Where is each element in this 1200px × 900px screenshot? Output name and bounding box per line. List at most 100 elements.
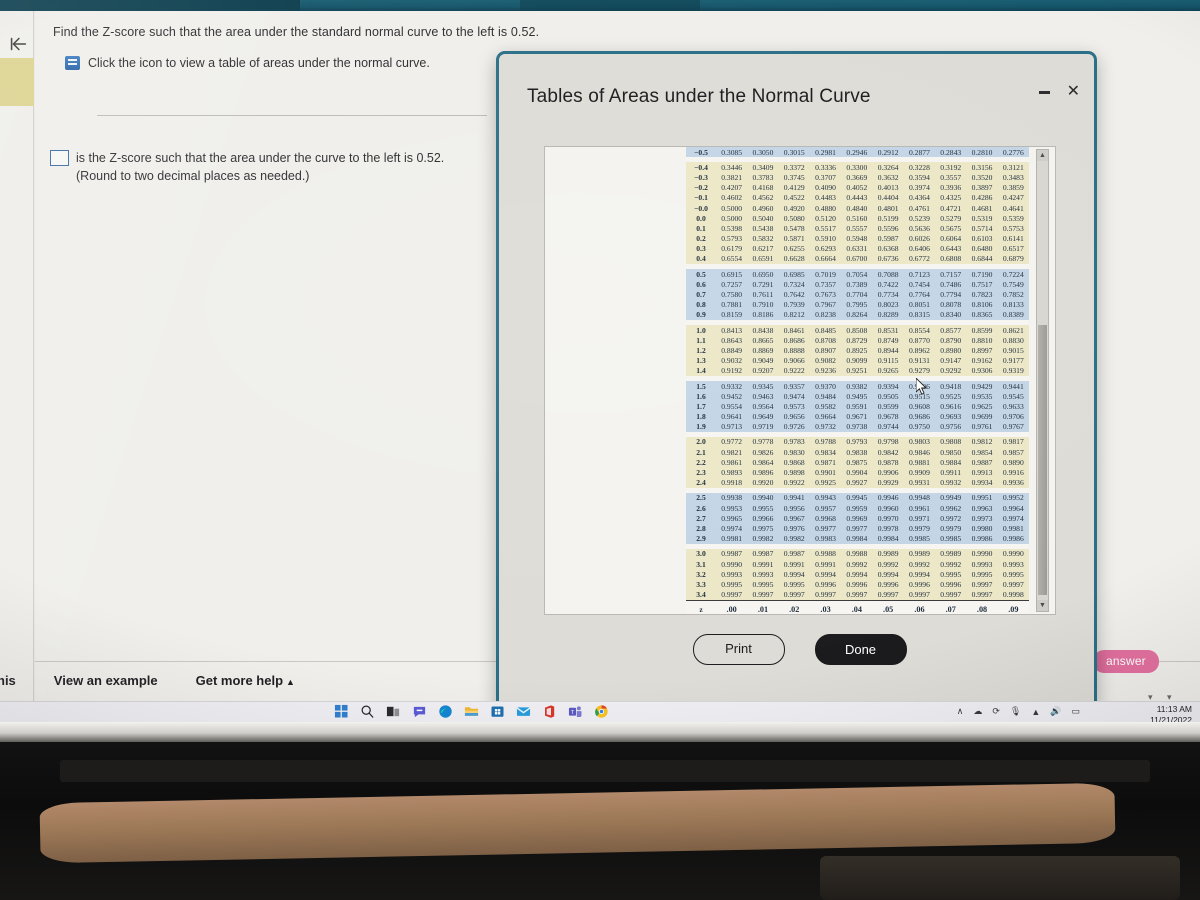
footer-link-get-more-help[interactable]: Get more help ▲ [196,673,295,688]
table-row[interactable]: 1.4 0.9192 0.9207 0.9222 0.9236 0.9251 0.9265 0… [686,365,1029,376]
search-icon[interactable] [360,704,375,719]
taskbar-clock[interactable]: 11:13 AM 11/21/2022 [1150,704,1192,722]
table-row[interactable]: 3.4 0.9997 0.9997 0.9997 0.9997 0.9997 0.9997 0… [686,589,1029,601]
table-row[interactable]: 1.0 0.8413 0.8438 0.8461 0.8485 0.8508 0.8531 0… [686,325,1029,336]
table-row[interactable]: 0.9 0.8159 0.8186 0.8212 0.8238 0.8264 0.8289 0… [686,309,1029,320]
table-row[interactable]: 1.7 0.9554 0.9564 0.9573 0.9582 0.9591 0.9599 0… [686,401,1029,412]
table-row[interactable]: 1.1 0.8643 0.8665 0.8686 0.8708 0.8729 0.8749 0… [686,335,1029,346]
table-row[interactable]: 1.8 0.9641 0.9649 0.9656 0.9664 0.9671 0.9678 0… [686,411,1029,422]
battery-icon[interactable]: ▭ [1071,706,1080,717]
table-row[interactable]: −0.1 0.4602 0.4562 0.4522 0.4483 0.4443 0.4404… [686,192,1029,203]
table-cell: 0.9898 [778,467,810,478]
table-row[interactable]: 0.6 0.7257 0.7291 0.7324 0.7357 0.7389 0.7422 0… [686,279,1029,290]
table-row[interactable]: −0.0 0.5000 0.4960 0.4920 0.4880 0.4840 0.4801… [686,202,1029,214]
scrollbar-thumb[interactable] [1038,325,1047,595]
task-view-icon[interactable] [386,704,401,719]
table-cell: 0.3050 [747,147,779,158]
book-table-icon[interactable] [65,56,80,70]
table-row[interactable]: 2.9 0.9981 0.9982 0.9982 0.9983 0.9984 0.9984 0… [686,533,1029,544]
footer-link-this[interactable]: his [0,673,16,688]
table-vertical-scrollbar[interactable]: ▲ ▼ [1036,149,1049,612]
table-cell: 0.7910 [747,299,779,310]
windows-update-icon[interactable]: ⟳ [992,706,1000,717]
table-cell: 0.4247 [997,192,1029,203]
answer-pill-button[interactable]: answer [1093,650,1159,673]
table-row[interactable]: 0.1 0.5398 0.5438 0.5478 0.5517 0.5557 0.5596 0… [686,223,1029,234]
table-row[interactable]: 0.5 0.6915 0.6950 0.6985 0.7019 0.7054 0.7088 0… [686,269,1029,280]
microphone-icon[interactable]: 🎙 [1010,706,1021,717]
teams-icon[interactable]: T [568,704,583,719]
table-row[interactable]: 2.6 0.9953 0.9955 0.9956 0.9957 0.9959 0.9960 0… [686,503,1029,514]
table-cell: 0.6026 [903,233,936,244]
table-cell: 0.9909 [903,467,936,478]
table-column-header: .03 [809,599,842,614]
table-row[interactable]: 3.2 0.9993 0.9993 0.9994 0.9994 0.9994 0.9994 0… [686,569,1029,580]
table-row[interactable]: 2.4 0.9918 0.9920 0.9922 0.9925 0.9927 0.9929 0… [686,477,1029,488]
table-cell: 0.5000 [716,202,748,214]
table-row[interactable]: 1.2 0.8849 0.8869 0.8888 0.8907 0.8925 0.8944 0… [686,345,1029,356]
scroll-up-arrow-icon[interactable]: ▲ [1037,150,1048,161]
table-row[interactable]: 2.1 0.9821 0.9826 0.9830 0.9834 0.9838 0.9842 0… [686,447,1029,458]
table-cell: 0.7549 [997,279,1029,290]
table-row[interactable]: −0.2 0.4207 0.4168 0.4129 0.4090 0.4052 0.4013… [686,182,1029,193]
answer-input[interactable] [50,150,69,166]
table-row-z-label: 0.4 [686,253,716,265]
close-icon[interactable]: ✕ [1067,84,1080,100]
table-row[interactable]: 0.7 0.7580 0.7611 0.7642 0.7673 0.7704 0.7734 0… [686,289,1029,300]
table-row[interactable]: −0.4 0.3446 0.3409 0.3372 0.3336 0.3300 0.3264… [686,162,1029,173]
table-row-z-label: 0.7 [686,289,716,300]
table-row[interactable]: −0.3 0.3821 0.3783 0.3745 0.3707 0.3669 0.3632… [686,172,1029,183]
skip-back-icon[interactable] [7,33,29,55]
minimize-icon[interactable] [1038,90,1050,94]
table-cell: 0.5398 [716,223,748,234]
table-row[interactable]: 3.1 0.9990 0.9991 0.9991 0.9991 0.9992 0.9992 0… [686,558,1029,570]
table-cell: 0.9906 [872,467,904,478]
edge-browser-icon[interactable] [438,704,453,719]
office-icon[interactable] [542,704,557,719]
table-row[interactable]: 0.4 0.6554 0.6591 0.6628 0.6664 0.6700 0.6736 0… [686,253,1029,265]
table-cell: 0.9495 [841,391,873,402]
print-button[interactable]: Print [692,634,785,665]
table-cell: 0.7881 [716,299,748,310]
table-row[interactable]: −0.5 0.3085 0.3050 0.3015 0.2981 0.2946 0.2912… [686,147,1029,158]
table-row[interactable]: 2.0 0.9772 0.9778 0.9783 0.9788 0.9793 0.9798 0… [686,436,1029,448]
table-row[interactable]: 1.5 0.9332 0.9345 0.9357 0.9370 0.9382 0.9394 0… [686,380,1029,392]
table-cell: 0.9929 [872,477,904,488]
table-row[interactable]: 3.0 0.9987 0.9987 0.9987 0.9988 0.9988 0.9989 0… [686,548,1029,559]
chat-icon[interactable] [412,704,427,719]
z-table-scroll-area[interactable]: −0.5 0.3085 0.3050 0.3015 0.2981 0.2946 0.2912… [686,147,1029,614]
table-row[interactable]: 0.8 0.7881 0.7910 0.7939 0.7967 0.7995 0.8023 0… [686,299,1029,310]
microsoft-store-icon[interactable] [490,704,505,719]
table-cell: 0.9846 [903,447,936,458]
table-row[interactable]: 1.3 0.9032 0.9049 0.9066 0.9082 0.9099 0.9115 0… [686,355,1029,366]
mail-icon[interactable] [516,704,531,719]
table-row[interactable]: 1.6 0.9452 0.9463 0.9474 0.9484 0.9495 0.9505 0… [686,391,1029,402]
onedrive-cloud-icon[interactable]: ☁ [973,706,982,717]
table-cell: 0.4602 [716,192,748,203]
table-row[interactable]: 2.3 0.9893 0.9896 0.9898 0.9901 0.9904 0.9906 0… [686,467,1029,478]
table-row-z-label: −0.3 [686,172,716,183]
table-row[interactable]: 0.3 0.6179 0.6217 0.6255 0.6293 0.6331 0.6368 0… [686,243,1029,254]
show-hidden-icons-chevron[interactable]: ∧ [957,706,964,717]
table-row-z-label: 1.7 [686,401,716,412]
done-button[interactable]: Done [814,634,907,665]
table-row[interactable]: 1.9 0.9713 0.9719 0.9726 0.9732 0.9738 0.9744 0… [686,421,1029,432]
scroll-down-arrow-icon[interactable]: ▼ [1037,600,1048,611]
volume-icon[interactable]: 🔊 [1050,706,1061,717]
windows-start-icon[interactable] [334,704,349,719]
table-row[interactable]: 2.7 0.9965 0.9966 0.9967 0.9968 0.9969 0.9970 0… [686,513,1029,524]
table-row-z-label: 2.3 [686,467,716,478]
file-explorer-icon[interactable] [464,704,479,719]
table-row[interactable]: 2.8 0.9974 0.9975 0.9976 0.9977 0.9977 0.9978 0… [686,523,1029,534]
table-row[interactable]: 2.2 0.9861 0.9864 0.9868 0.9871 0.9875 0.9878 0… [686,457,1029,468]
table-row[interactable]: 0.0 0.5000 0.5040 0.5080 0.5120 0.5160 0.5199 0… [686,213,1029,224]
table-cell: 0.9798 [872,436,904,448]
table-cell: 0.9932 [935,477,967,488]
wifi-icon[interactable]: ▲ [1031,707,1040,717]
table-row[interactable]: 3.3 0.9995 0.9995 0.9995 0.9996 0.9996 0.9996 0… [686,579,1029,590]
table-row[interactable]: 2.5 0.9938 0.9940 0.9941 0.9943 0.9945 0.9946 0… [686,492,1029,503]
footer-link-view-example[interactable]: View an example [54,673,158,688]
table-row[interactable]: 0.2 0.5793 0.5832 0.5871 0.5910 0.5948 0.5987 0… [686,233,1029,244]
table-cell: 0.9995 [997,569,1029,580]
chrome-browser-icon[interactable] [594,704,609,719]
